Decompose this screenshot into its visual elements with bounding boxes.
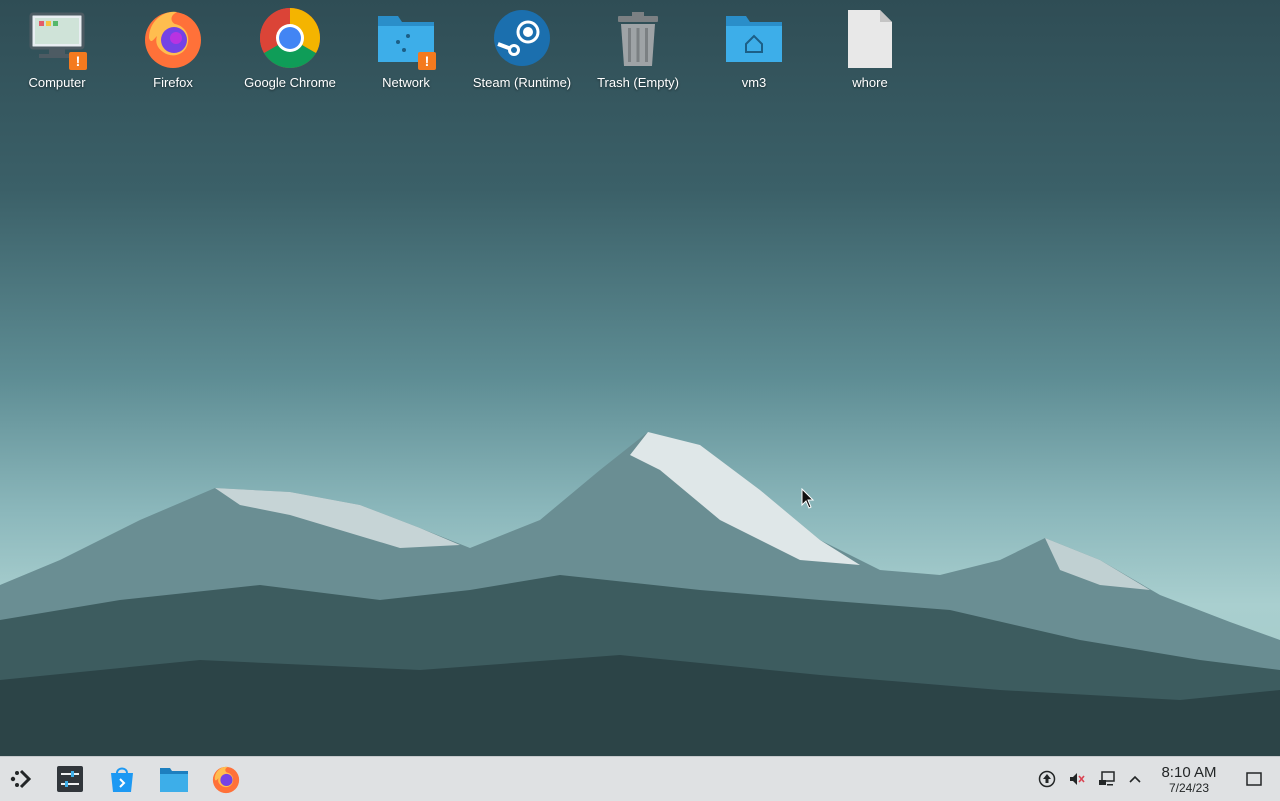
desktop-icon-trash[interactable]: Trash (Empty) xyxy=(584,6,692,98)
desktop-icon-firefox[interactable]: Firefox xyxy=(119,6,227,98)
desktop-icon-vm3[interactable]: vm3 xyxy=(700,6,808,98)
icon-label: Firefox xyxy=(153,75,193,90)
chrome-icon xyxy=(259,7,321,69)
digital-clock[interactable]: 8:10 AM 7/24/23 xyxy=(1148,764,1230,796)
steam-icon xyxy=(494,10,550,66)
firefox-taskbar-button[interactable] xyxy=(210,763,242,795)
icon-label: vm3 xyxy=(741,75,767,90)
icon-label: Network xyxy=(382,75,430,90)
volume-muted-icon xyxy=(1070,773,1085,785)
show-desktop-icon xyxy=(1246,772,1262,786)
system-settings-icon xyxy=(57,766,83,792)
expand-tray-button[interactable] xyxy=(1124,768,1146,790)
desktop-icon-chrome[interactable]: Google Chrome xyxy=(236,6,344,98)
desktop-icon-network[interactable]: ! Network xyxy=(352,6,460,98)
file-manager-button[interactable] xyxy=(158,763,190,795)
desktop-icon-whore[interactable]: whore xyxy=(816,6,924,98)
firefox-icon xyxy=(145,11,201,68)
application-launcher-button[interactable] xyxy=(6,763,38,795)
discover-store-button[interactable] xyxy=(106,763,138,795)
home-folder-icon xyxy=(726,16,782,62)
warning-badge: ! xyxy=(69,52,87,70)
taskbar: 8:10 AM 7/24/23 xyxy=(0,756,1280,801)
desktop-background[interactable]: ! Computer Firefox Google Chrome ! Netwo… xyxy=(0,0,1280,756)
expand-tray-icon xyxy=(1129,775,1141,783)
icon-label: Computer xyxy=(28,75,86,90)
mouse-pointer-icon xyxy=(801,488,815,509)
application-launcher-icon xyxy=(10,769,32,789)
discover-store-icon xyxy=(111,767,133,792)
icon-label: whore xyxy=(852,75,888,90)
system-settings-button[interactable] xyxy=(54,763,86,795)
desktop-icon-computer[interactable]: ! Computer xyxy=(3,6,111,98)
update-tray-button[interactable] xyxy=(1036,768,1058,790)
wallpaper-mountains xyxy=(0,432,1280,756)
warning-badge: ! xyxy=(418,52,436,70)
network-icon xyxy=(1099,771,1115,786)
icon-label: Google Chrome xyxy=(244,75,336,90)
icon-label: Trash (Empty) xyxy=(597,75,679,90)
clock-time: 8:10 AM xyxy=(1161,764,1217,781)
file-manager-icon xyxy=(160,768,188,792)
update-icon xyxy=(1038,770,1056,788)
trash-icon xyxy=(618,12,658,66)
desktop-icon-steam[interactable]: Steam (Runtime) xyxy=(468,6,576,98)
firefox-icon xyxy=(212,766,240,794)
clock-date: 7/24/23 xyxy=(1168,781,1210,795)
file-icon xyxy=(848,10,892,68)
show-desktop-button[interactable] xyxy=(1243,768,1265,790)
network-tray-button[interactable] xyxy=(1096,768,1118,790)
icon-label: Steam (Runtime) xyxy=(472,75,572,90)
volume-tray-button[interactable] xyxy=(1066,768,1088,790)
